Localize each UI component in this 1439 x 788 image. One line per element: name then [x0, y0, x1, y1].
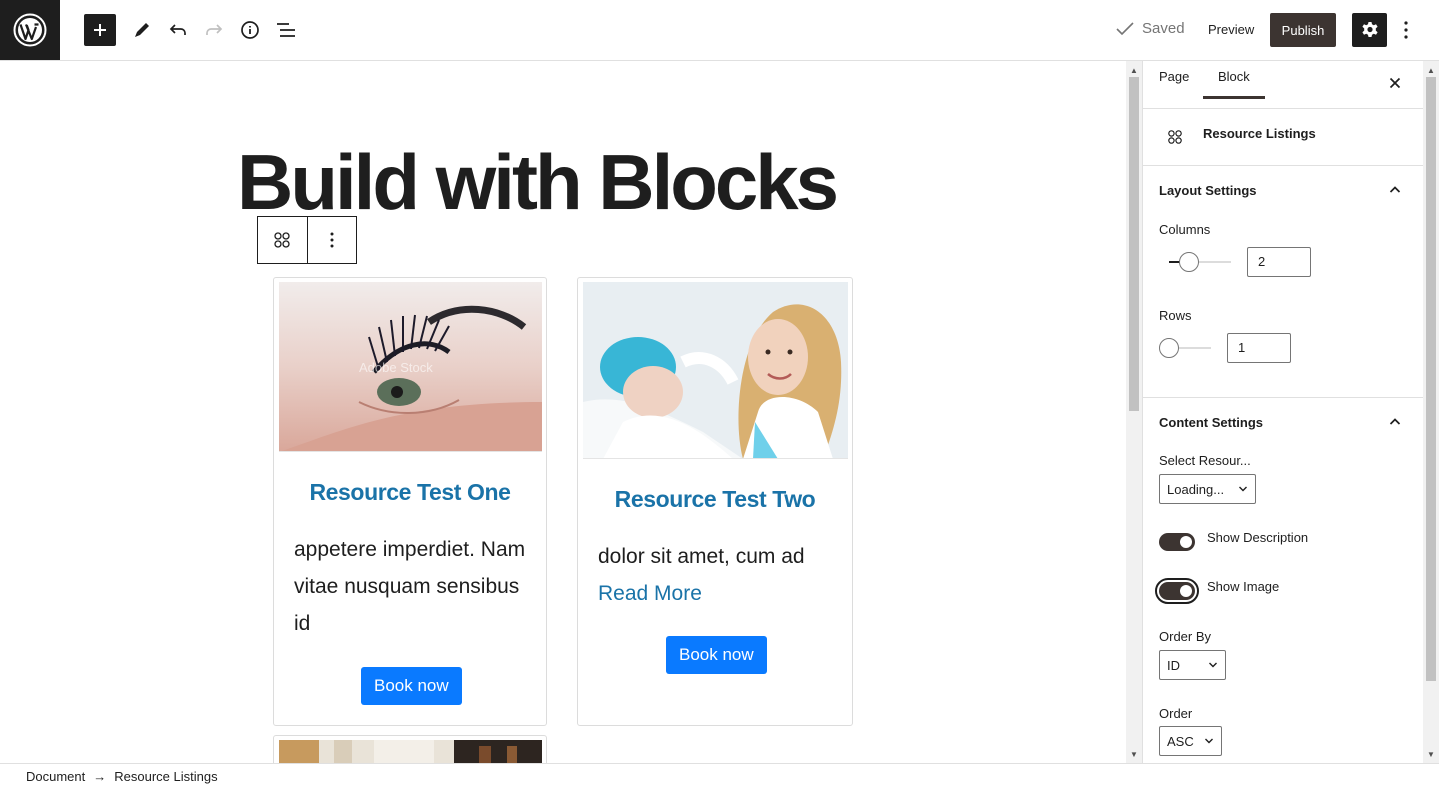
resource-description: dolor sit amet, cum ad Read More [598, 538, 834, 612]
preview-button[interactable]: Preview [1208, 22, 1254, 37]
columns-input[interactable]: 2 [1247, 247, 1311, 277]
resource-card: Resource Test Two dolor sit amet, cum ad… [577, 277, 853, 726]
order-label: Order [1159, 706, 1193, 721]
chevron-down-icon [1239, 486, 1247, 492]
scroll-down-arrow-icon[interactable]: ▼ [1126, 747, 1142, 761]
breadcrumb: Document → Resource Listings [26, 769, 218, 784]
block-card: Resource Listings [1143, 109, 1423, 166]
show-description-label: Show Description [1207, 530, 1309, 545]
editor-header: Saved Preview Publish [0, 0, 1439, 61]
block-options-button[interactable] [306, 217, 356, 263]
chevron-up-icon[interactable] [1387, 414, 1403, 430]
details-button[interactable] [234, 14, 266, 46]
columns-slider-thumb[interactable] [1179, 252, 1199, 272]
list-view-button[interactable] [270, 14, 302, 46]
resource-image: Adobe Stock [279, 282, 542, 452]
resource-description: appetere imperdiet. Nam vitae nusquam se… [294, 538, 526, 635]
resource-title[interactable]: Resource Test One [274, 479, 546, 506]
close-icon[interactable] [1387, 75, 1403, 91]
breadcrumb-separator: → [93, 769, 107, 784]
scroll-up-arrow-icon[interactable]: ▲ [1126, 63, 1142, 77]
resource-card [273, 735, 547, 763]
resource-title[interactable]: Resource Test Two [578, 486, 852, 513]
redo-icon [206, 24, 223, 35]
sidebar-scrollbar-thumb[interactable] [1426, 77, 1436, 681]
columns-label: Columns [1159, 222, 1211, 237]
canvas-scrollbar[interactable]: ▲ ▼ [1126, 61, 1142, 763]
info-icon [241, 21, 259, 39]
canvas-scrollbar-thumb[interactable] [1129, 77, 1139, 411]
block-type-icon [1168, 130, 1182, 144]
undo-button[interactable] [162, 14, 194, 46]
read-more-link[interactable]: Read More [598, 582, 702, 605]
order-by-dropdown[interactable]: ID [1159, 650, 1226, 680]
show-image-toggle[interactable] [1155, 578, 1199, 604]
block-type-button[interactable] [258, 217, 307, 263]
tab-page[interactable]: Page [1159, 69, 1189, 84]
order-by-value: ID [1167, 657, 1180, 673]
redo-button[interactable] [198, 14, 230, 46]
undo-icon [169, 24, 186, 35]
breadcrumb-document[interactable]: Document [26, 769, 85, 784]
pencil-icon [135, 23, 149, 37]
page-title[interactable]: Build with Blocks [237, 137, 839, 228]
sidebar-scrollbar[interactable]: ▲ ▼ [1423, 61, 1439, 763]
image-watermark: Adobe Stock [359, 360, 433, 375]
select-resource-dropdown[interactable]: Loading... [1159, 474, 1256, 504]
panel-title[interactable]: Content Settings [1159, 415, 1263, 430]
scroll-up-arrow-icon[interactable]: ▲ [1423, 63, 1439, 77]
block-toolbar [257, 216, 357, 264]
add-block-button[interactable] [84, 14, 116, 46]
show-image-label: Show Image [1207, 579, 1280, 594]
settings-sidebar: Page Block Resource Listings Layout Sett… [1142, 61, 1423, 763]
chevron-up-icon[interactable] [1387, 182, 1403, 198]
wordpress-icon [13, 13, 47, 47]
layout-settings-panel: Layout Settings Columns 2 Rows 1 [1143, 166, 1423, 398]
settings-button[interactable] [1352, 13, 1387, 47]
resource-image [583, 282, 848, 459]
chevron-down-icon [1209, 662, 1217, 668]
book-now-button[interactable]: Book now [361, 667, 462, 705]
tab-block[interactable]: Block [1203, 69, 1265, 99]
show-description-toggle[interactable] [1159, 533, 1195, 551]
wordpress-logo-button[interactable] [0, 0, 60, 60]
options-button[interactable] [1396, 14, 1416, 46]
more-vertical-icon [330, 232, 334, 248]
publish-button[interactable]: Publish [1270, 13, 1336, 47]
tools-button[interactable] [126, 14, 158, 46]
rows-slider-thumb[interactable] [1159, 338, 1179, 358]
book-now-button[interactable]: Book now [666, 636, 767, 674]
scroll-down-arrow-icon[interactable]: ▼ [1423, 747, 1439, 761]
plus-icon [94, 24, 106, 36]
saved-status: Saved [1116, 20, 1185, 37]
chevron-down-icon [1205, 738, 1213, 744]
order-dropdown[interactable]: ASC [1159, 726, 1222, 756]
panel-title[interactable]: Layout Settings [1159, 183, 1257, 198]
block-type-icon [274, 232, 291, 248]
saved-label: Saved [1142, 20, 1185, 37]
breadcrumb-resource-listings[interactable]: Resource Listings [114, 769, 217, 784]
list-view-icon [277, 23, 295, 37]
resource-description-text: dolor sit amet, cum ad [598, 545, 805, 568]
select-resource-value: Loading... [1167, 481, 1225, 497]
rows-input[interactable]: 1 [1227, 333, 1291, 363]
order-by-label: Order By [1159, 629, 1212, 644]
block-breadcrumb-bar: Document → Resource Listings [0, 763, 1439, 788]
resource-image [279, 740, 542, 763]
check-icon [1116, 21, 1134, 35]
sidebar-tabs: Page Block [1143, 61, 1423, 109]
resource-card: Adobe Stock Resource Test One appetere i… [273, 277, 547, 726]
select-resource-label: Select Resour... [1159, 453, 1251, 468]
rows-label: Rows [1159, 308, 1192, 323]
more-vertical-icon [1404, 21, 1408, 39]
block-name: Resource Listings [1203, 126, 1316, 141]
content-settings-panel: Content Settings Select Resour... Loadin… [1143, 398, 1423, 763]
order-value: ASC [1167, 733, 1194, 749]
editor-canvas[interactable]: Build with Blocks Adobe Stock Resource T… [0, 61, 1126, 763]
gear-icon [1361, 22, 1378, 37]
